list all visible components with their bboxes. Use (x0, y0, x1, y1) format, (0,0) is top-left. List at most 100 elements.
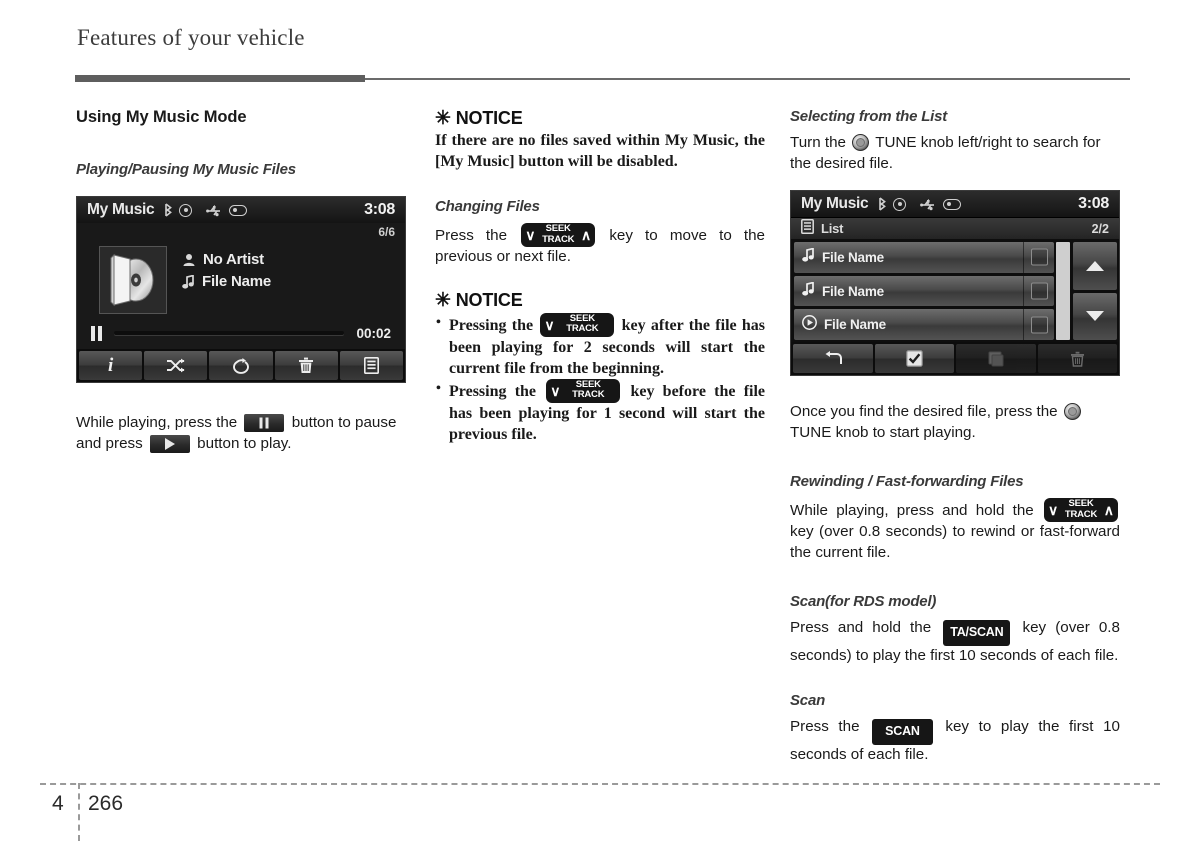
repeat-icon (231, 357, 251, 374)
after-list-text-before: Once you find the desired file, press th… (790, 403, 1058, 420)
pause-icon (91, 325, 102, 341)
seek-label-bottom: TRACK (566, 323, 599, 334)
seek-label-bottom: TRACK (572, 389, 605, 400)
changing-files-text-before: Press the (435, 227, 508, 244)
list-delete-button[interactable] (1037, 344, 1117, 373)
list-rows: File Name File Name File Name (794, 242, 1054, 341)
subsection-heading-scan-rds: Scan(for RDS model) (790, 593, 937, 610)
selecting-text-before: Turn the (790, 134, 846, 151)
progress-bar[interactable] (114, 331, 345, 335)
list-item[interactable]: File Name (794, 242, 1054, 273)
player-status-icons (164, 203, 248, 217)
subsection-heading-changing-files: Changing Files (435, 198, 540, 215)
list-subheader: List 2/2 (791, 217, 1119, 239)
player-shuffle-button[interactable] (144, 351, 208, 380)
header-rule-thin (365, 78, 1130, 80)
notice-2-item-1-before: Pressing the (449, 316, 534, 334)
ta-scan-key-graphic[interactable]: TA/SCAN (943, 620, 1011, 646)
scan-rds-text-before: Press and hold the (790, 619, 932, 636)
scroll-up-button[interactable] (1073, 242, 1117, 290)
seek-track-label: SEEK TRACK (556, 379, 620, 401)
column-middle: ✳ NOTICE If there are no files saved wit… (435, 108, 765, 445)
disc-icon (893, 197, 907, 211)
artist-name: No Artist (203, 251, 264, 268)
subsection-heading-selecting-from-list: Selecting from the List (790, 108, 948, 125)
notice-star-icon: ✳ (435, 289, 451, 311)
list-select-all-button[interactable] (874, 344, 954, 373)
play-circle-icon (802, 314, 817, 335)
list-item-label: File Name (822, 283, 884, 299)
trash-icon (298, 357, 314, 374)
seek-track-key-graphic[interactable]: ∨ SEEK TRACK ∧ (521, 223, 596, 247)
list-item-checkbox[interactable] (1031, 248, 1048, 266)
seek-track-key-graphic[interactable]: ∨ SEEK TRACK (540, 312, 615, 337)
list-item-label: File Name (824, 317, 886, 333)
chevron-up-icon: ∧ (1103, 502, 1114, 518)
disc-icon (179, 203, 193, 217)
down-arrow-icon (1086, 311, 1104, 322)
scroll-down-button[interactable] (1073, 292, 1117, 340)
page-title: Features of your vehicle (77, 25, 305, 50)
list-page-counter: 2/2 (1091, 221, 1109, 236)
seek-track-label: SEEK TRACK (550, 313, 614, 335)
list-back-button[interactable] (793, 344, 873, 373)
subsection-heading-rewinding: Rewinding / Fast-forwarding Files (790, 473, 1024, 490)
pause-button-graphic[interactable] (244, 414, 285, 432)
list-copy-button[interactable] (956, 344, 1036, 373)
scan-key-graphic[interactable]: SCAN (872, 719, 933, 745)
list-scroll-arrows (1073, 242, 1117, 340)
list-item[interactable]: File Name (794, 309, 1054, 341)
player-list-button[interactable] (339, 351, 404, 380)
subsection-heading-scan: Scan (790, 692, 826, 709)
artist-line: No Artist (182, 251, 271, 268)
notice-heading-2-label: NOTICE (455, 289, 523, 310)
row-divider (1023, 242, 1024, 273)
player-clock: 3:08 (364, 201, 395, 218)
list-item-checkbox[interactable] (1031, 316, 1048, 334)
seek-label-top: SEEK (1068, 498, 1094, 509)
list-item-checkbox[interactable] (1031, 282, 1048, 300)
rewinding-instruction: While playing, press and hold the ∨ SEEK… (790, 498, 1120, 563)
scrollbar-thumb[interactable] (1056, 242, 1070, 340)
notice-2-item-2: Pressing the ∨ SEEK TRACK key before the… (435, 378, 765, 445)
list-item[interactable]: File Name (794, 275, 1054, 307)
row-divider (1023, 275, 1024, 307)
file-name: File Name (202, 273, 272, 290)
changing-files-instruction: Press the ∨ SEEK TRACK ∧ key to move to … (435, 223, 765, 268)
my-music-player-screen: My Music 3:08 6/6 No Artist File Name 00… (76, 196, 406, 383)
after-list-instruction: Once you find the desired file, press th… (790, 402, 1120, 443)
chevron-up-icon: ∧ (580, 227, 592, 243)
notice-heading-1-label: NOTICE (455, 108, 523, 128)
selecting-instruction: Turn the TUNE knob left/right to search … (790, 133, 1120, 174)
play-pause-text-3: button to play. (197, 434, 292, 452)
usb-icon (920, 198, 937, 211)
player-delete-button[interactable] (274, 351, 338, 380)
trash-icon (1070, 351, 1085, 367)
play-pause-text-1: While playing, press the (76, 414, 238, 431)
column-left: Using My Music Mode Playing/Pausing My M… (76, 108, 406, 454)
notice-2-item-1: Pressing the ∨ SEEK TRACK key after the … (435, 312, 765, 379)
list-item-label: File Name (822, 249, 884, 265)
rewinding-text-after: key (over 0.8 seconds) to rewind or fast… (790, 523, 1120, 561)
play-button-graphic[interactable] (149, 434, 190, 453)
notice-star-icon: ✳ (435, 108, 451, 129)
scan-text-before: Press the (790, 718, 860, 735)
page-footer: 4 266 (0, 783, 1200, 843)
list-area: File Name File Name File Name (791, 239, 1119, 342)
seek-track-key-graphic[interactable]: ∨ SEEK TRACK (546, 378, 621, 403)
list-status-icons (878, 197, 962, 211)
list-scrollbar[interactable] (1056, 242, 1070, 340)
header-rule-thick (75, 75, 365, 82)
ipod-icon (229, 204, 248, 216)
music-note-icon (802, 281, 815, 301)
player-info-button[interactable]: i (79, 351, 143, 380)
tune-knob-icon (1063, 403, 1081, 420)
seek-track-key-graphic[interactable]: ∨ SEEK TRACK ∧ (1044, 498, 1118, 522)
player-repeat-button[interactable] (209, 351, 273, 380)
seek-label-top: SEEK (545, 223, 571, 234)
subsection-heading-playing-pausing: Playing/Pausing My Music Files (76, 161, 296, 178)
list-icon (363, 357, 379, 374)
usb-icon (206, 204, 223, 217)
bluetooth-icon (878, 197, 887, 211)
player-source-title: My Music (87, 201, 155, 218)
